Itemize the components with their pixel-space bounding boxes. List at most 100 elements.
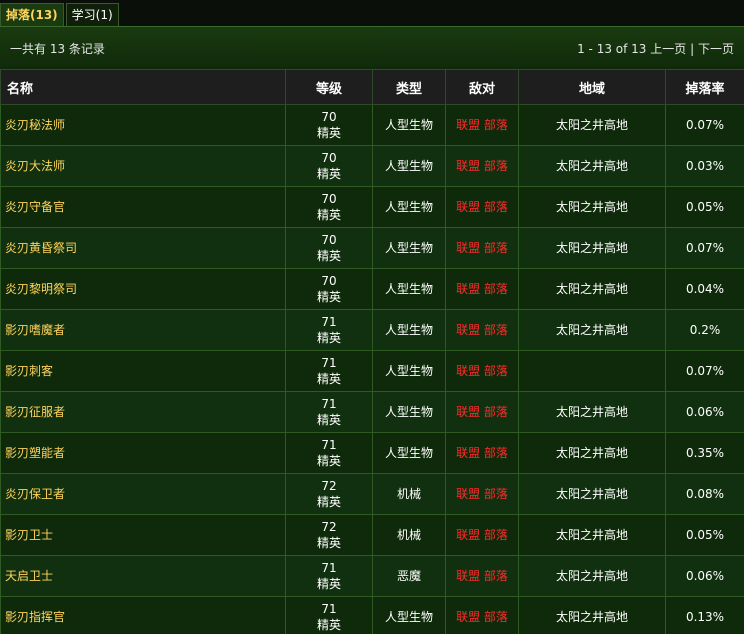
cell-name: 炎刃守备官 <box>1 187 286 228</box>
cell-hostile: 联盟 部落 <box>446 187 519 228</box>
npc-name-link[interactable]: 影刃征服者 <box>5 405 65 419</box>
cell-name: 影刃征服者 <box>1 392 286 433</box>
cell-droprate: 0.05% <box>666 515 744 556</box>
hostile-alliance: 联盟 <box>456 405 480 419</box>
column-header-hostile[interactable]: 敌对 <box>446 70 519 105</box>
hostile-horde: 部落 <box>484 323 508 337</box>
info-bar: 一共有 13 条记录 1 - 13 of 13 上一页 | 下一页 <box>0 27 744 69</box>
cell-type: 人型生物 <box>373 269 446 310</box>
hostile-alliance: 联盟 <box>456 569 480 583</box>
tab-learn[interactable]: 学习(1) <box>66 3 119 26</box>
npc-name-link[interactable]: 影刃指挥官 <box>5 610 65 624</box>
cell-hostile: 联盟 部落 <box>446 310 519 351</box>
level-value: 71 <box>286 396 372 412</box>
cell-name: 炎刃黎明祭司 <box>1 269 286 310</box>
rank-value: 精英 <box>286 166 372 182</box>
npc-name-link[interactable]: 炎刃大法师 <box>5 159 65 173</box>
cell-zone: 太阳之井高地 <box>519 146 666 187</box>
hostile-horde: 部落 <box>484 118 508 132</box>
cell-droprate: 0.08% <box>666 474 744 515</box>
column-header-zone[interactable]: 地域 <box>519 70 666 105</box>
cell-droprate: 0.13% <box>666 597 744 634</box>
cell-type: 人型生物 <box>373 392 446 433</box>
cell-type: 人型生物 <box>373 187 446 228</box>
cell-type: 人型生物 <box>373 228 446 269</box>
cell-zone: 太阳之井高地 <box>519 433 666 474</box>
hostile-horde: 部落 <box>484 159 508 173</box>
table-row: 影刃塑能者 71精英人型生物联盟 部落太阳之井高地0.35% <box>1 433 744 474</box>
npc-name-link[interactable]: 天启卫士 <box>5 569 53 583</box>
rank-value: 精英 <box>286 248 372 264</box>
rank-value: 精英 <box>286 125 372 141</box>
level-value: 70 <box>286 109 372 125</box>
drops-panel: 一共有 13 条记录 1 - 13 of 13 上一页 | 下一页 名称 等级 … <box>0 26 744 634</box>
cell-droprate: 0.05% <box>666 187 744 228</box>
cell-hostile: 联盟 部落 <box>446 392 519 433</box>
rank-value: 精英 <box>286 330 372 346</box>
cell-level: 70精英 <box>286 228 373 269</box>
table-row: 影刃征服者71精英人型生物联盟 部落太阳之井高地0.06% <box>1 392 744 433</box>
tab-bar: 掉落(13) 学习(1) <box>0 0 744 26</box>
cell-name: 影刃指挥官 <box>1 597 286 634</box>
column-header-droprate[interactable]: 掉落率 <box>666 70 744 105</box>
prev-page-link[interactable]: 上一页 <box>650 42 686 56</box>
level-value: 71 <box>286 560 372 576</box>
cell-droprate: 0.35% <box>666 433 744 474</box>
npc-name-link[interactable]: 影刃嗜魔者 <box>5 323 65 337</box>
hostile-horde: 部落 <box>484 364 508 378</box>
hostile-alliance: 联盟 <box>456 528 480 542</box>
cell-zone: 太阳之井高地 <box>519 269 666 310</box>
table-row: 影刃指挥官71精英人型生物联盟 部落太阳之井高地0.13% <box>1 597 744 634</box>
cell-type: 人型生物 <box>373 105 446 146</box>
cell-type: 人型生物 <box>373 597 446 634</box>
drops-table: 名称 等级 类型 敌对 地域 掉落率 炎刃秘法师70精英人型生物联盟 部落太阳之… <box>0 69 744 634</box>
hostile-alliance: 联盟 <box>456 323 480 337</box>
cell-hostile: 联盟 部落 <box>446 228 519 269</box>
column-header-name[interactable]: 名称 <box>1 70 286 105</box>
hostile-horde: 部落 <box>484 487 508 501</box>
npc-name-link[interactable]: 炎刃黎明祭司 <box>5 282 77 296</box>
hostile-alliance: 联盟 <box>456 446 480 460</box>
level-value: 72 <box>286 478 372 494</box>
cell-level: 71精英 <box>286 433 373 474</box>
cell-name: 炎刃保卫者 <box>1 474 286 515</box>
hostile-alliance: 联盟 <box>456 159 480 173</box>
table-row: 炎刃秘法师70精英人型生物联盟 部落太阳之井高地0.07% <box>1 105 744 146</box>
npc-name-link[interactable]: 炎刃秘法师 <box>5 118 65 132</box>
hostile-horde: 部落 <box>484 569 508 583</box>
hostile-horde: 部落 <box>484 446 508 460</box>
table-row: 炎刃黎明祭司70精英人型生物联盟 部落太阳之井高地0.04% <box>1 269 744 310</box>
tab-drops[interactable]: 掉落(13) <box>0 3 64 26</box>
npc-name-link[interactable]: 炎刃守备官 <box>5 200 65 214</box>
level-value: 70 <box>286 273 372 289</box>
cell-zone: 太阳之井高地 <box>519 474 666 515</box>
cell-name: 炎刃黄昏祭司 <box>1 228 286 269</box>
cell-hostile: 联盟 部落 <box>446 351 519 392</box>
cell-droprate: 0.2% <box>666 310 744 351</box>
npc-name-link[interactable]: 影刃塑能者 <box>5 446 65 460</box>
column-header-type[interactable]: 类型 <box>373 70 446 105</box>
cell-name: 炎刃大法师 <box>1 146 286 187</box>
rank-value: 精英 <box>286 535 372 551</box>
npc-name-link[interactable]: 影刃刺客 <box>5 364 53 378</box>
cell-zone: 太阳之井高地 <box>519 187 666 228</box>
level-value: 71 <box>286 314 372 330</box>
npc-name-link[interactable]: 炎刃保卫者 <box>5 487 65 501</box>
next-page-link[interactable]: 下一页 <box>698 42 734 56</box>
column-header-level[interactable]: 等级 <box>286 70 373 105</box>
npc-name-link[interactable]: 炎刃黄昏祭司 <box>5 241 77 255</box>
level-value: 71 <box>286 601 372 617</box>
cell-level: 71精英 <box>286 310 373 351</box>
level-value: 71 <box>286 437 372 453</box>
cell-hostile: 联盟 部落 <box>446 146 519 187</box>
cell-zone <box>519 351 666 392</box>
cell-type: 人型生物 <box>373 146 446 187</box>
hostile-horde: 部落 <box>484 200 508 214</box>
hostile-alliance: 联盟 <box>456 118 480 132</box>
npc-name-link[interactable]: 影刃卫士 <box>5 528 53 542</box>
cell-type: 人型生物 <box>373 351 446 392</box>
cell-type: 人型生物 <box>373 310 446 351</box>
cell-hostile: 联盟 部落 <box>446 433 519 474</box>
hostile-alliance: 联盟 <box>456 241 480 255</box>
cell-type: 人型生物 <box>373 433 446 474</box>
